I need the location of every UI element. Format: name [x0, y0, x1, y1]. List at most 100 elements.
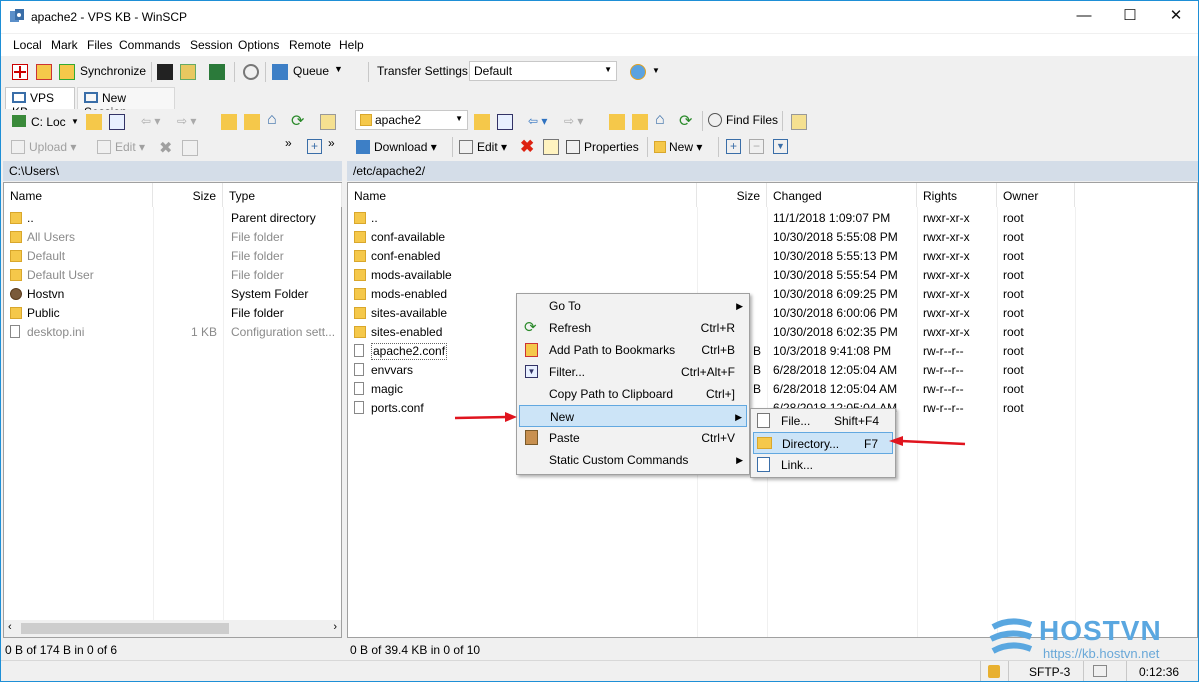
- synchronize-button[interactable]: Synchronize: [80, 64, 146, 78]
- transfer-settings-select[interactable]: Default ▼: [469, 61, 617, 81]
- scroll-left-icon[interactable]: ‹: [8, 621, 12, 633]
- context-menu-item-go-to[interactable]: Go To ▶: [519, 295, 747, 317]
- properties-button[interactable]: Properties: [566, 140, 639, 154]
- upload-button[interactable]: Upload ▾: [11, 140, 76, 154]
- context-menu-item-add-path-to-bookmarks[interactable]: Add Path to Bookmarks Ctrl+B: [519, 339, 747, 361]
- menu-commands[interactable]: Commands: [119, 38, 180, 52]
- home-icon[interactable]: ⌂: [655, 111, 665, 129]
- menu-remote[interactable]: Remote: [289, 38, 331, 52]
- unselect-icon[interactable]: −: [749, 139, 764, 154]
- table-row[interactable]: mods-enabled 10/30/2018 6:09:25 PM rwxr-xr…: [348, 285, 1197, 304]
- tree-icon[interactable]: [791, 114, 807, 130]
- column-rights[interactable]: Rights: [917, 183, 997, 207]
- table-row[interactable]: Default File folder: [4, 247, 341, 266]
- right-edit-button[interactable]: Edit ▾: [459, 140, 507, 154]
- context-menu-item-static-custom-commands[interactable]: Static Custom Commands ▶: [519, 449, 747, 471]
- refresh-session-icon[interactable]: [209, 64, 225, 80]
- putty-icon[interactable]: [180, 64, 196, 80]
- root-dir-icon[interactable]: [632, 114, 648, 130]
- table-row[interactable]: magic B 6/28/2018 12:05:04 AM rw-r--r-- root: [348, 380, 1197, 399]
- left-edit-button[interactable]: Edit ▾: [97, 140, 145, 154]
- filter-icon[interactable]: [109, 114, 125, 130]
- menu-session[interactable]: Session: [190, 38, 233, 52]
- column-name[interactable]: Name: [348, 183, 697, 207]
- forward-icon[interactable]: ⇨ ▾: [177, 114, 196, 128]
- column-owner[interactable]: Owner: [997, 183, 1075, 207]
- table-row[interactable]: sites-available 10/30/2018 6:00:06 PM rwxr…: [348, 304, 1197, 323]
- table-row[interactable]: All Users File folder: [4, 228, 341, 247]
- menu-mark[interactable]: Mark: [51, 38, 78, 52]
- table-row[interactable]: conf-available 10/30/2018 5:55:08 PM rwxr-…: [348, 228, 1197, 247]
- download-button[interactable]: Download ▾: [356, 140, 437, 154]
- context-menu-item-paste[interactable]: Paste Ctrl+V: [519, 427, 747, 449]
- new-button[interactable]: New ▾: [654, 140, 702, 154]
- column-size[interactable]: Size: [153, 183, 223, 207]
- synchronize-icon[interactable]: [59, 64, 75, 80]
- close-button[interactable]: ✕: [1153, 1, 1198, 33]
- compare-icon[interactable]: [12, 64, 28, 80]
- forward-icon[interactable]: ⇨ ▾: [564, 114, 583, 128]
- menu-options[interactable]: Options: [238, 38, 279, 52]
- select-all-icon[interactable]: +: [726, 139, 741, 154]
- properties-icon[interactable]: [182, 140, 198, 156]
- transfer-globe-icon[interactable]: [630, 64, 646, 80]
- delete-icon[interactable]: ✖: [520, 137, 534, 157]
- context-menu-item-refresh[interactable]: ⟳ Refresh Ctrl+R: [519, 317, 747, 339]
- table-row[interactable]: sites-enabled 10/30/2018 6:02:35 PM rwxr-x…: [348, 323, 1197, 342]
- submenu-item-link[interactable]: Link...: [753, 454, 893, 476]
- minimize-button[interactable]: —: [1061, 1, 1107, 33]
- terminal-icon[interactable]: [157, 64, 173, 80]
- menu-help[interactable]: Help: [339, 38, 364, 52]
- home-icon[interactable]: ⌂: [267, 111, 277, 129]
- remote-dir-select[interactable]: apache2 ▼: [355, 110, 468, 130]
- filter-select-icon[interactable]: ▼: [773, 139, 788, 154]
- table-row[interactable]: Default User File folder: [4, 266, 341, 285]
- column-type[interactable]: Type: [223, 183, 342, 207]
- chevron-down-icon[interactable]: ▼: [71, 117, 79, 126]
- submenu-item-file[interactable]: File... Shift+F4: [753, 410, 893, 432]
- table-row[interactable]: conf-enabled 10/30/2018 5:55:13 PM rwxr-xr…: [348, 247, 1197, 266]
- back-icon[interactable]: ⇦ ▾: [141, 114, 160, 128]
- parent-dir-icon[interactable]: [221, 114, 237, 130]
- maximize-button[interactable]: ☐: [1107, 1, 1153, 33]
- open-folder-icon[interactable]: [474, 114, 490, 130]
- scrollbar-thumb[interactable]: [21, 623, 229, 634]
- table-row[interactable]: mods-available 10/30/2018 5:55:54 PM rwxr-…: [348, 266, 1197, 285]
- queue-dropdown-icon[interactable]: ▼: [334, 64, 343, 74]
- column-changed[interactable]: Changed: [767, 183, 917, 207]
- find-files-button[interactable]: Find Files: [708, 113, 778, 127]
- table-row[interactable]: .. 11/1/2018 1:09:07 PM rwxr-xr-x root: [348, 209, 1197, 228]
- menu-local[interactable]: Local: [13, 38, 42, 52]
- column-size[interactable]: Size: [697, 183, 767, 207]
- open-folder-icon[interactable]: [86, 114, 102, 130]
- filter-icon[interactable]: [497, 114, 513, 130]
- table-row[interactable]: Public File folder: [4, 304, 341, 323]
- table-row[interactable]: Hostvn System Folder: [4, 285, 341, 304]
- globe-dropdown-icon[interactable]: ▼: [652, 66, 660, 75]
- context-menu-item-copy-path-to-clipboard[interactable]: Copy Path to Clipboard Ctrl+]: [519, 383, 747, 405]
- rename-icon[interactable]: [543, 139, 559, 155]
- menu-files[interactable]: Files: [87, 38, 112, 52]
- left-horizontal-scrollbar[interactable]: ‹ ›: [4, 620, 341, 637]
- tab-vps-kb[interactable]: VPS KB: [5, 87, 75, 119]
- table-row[interactable]: envvars B 6/28/2018 12:05:04 AM rw-r--r-- ro…: [348, 361, 1197, 380]
- more-icon[interactable]: »: [285, 136, 292, 150]
- gear-icon[interactable]: [243, 64, 259, 80]
- more-icon[interactable]: »: [328, 136, 335, 150]
- scroll-right-icon[interactable]: ›: [333, 621, 337, 633]
- context-menu-item-filter[interactable]: ▼ Filter... Ctrl+Alt+F: [519, 361, 747, 383]
- context-menu-item-new[interactable]: New ▶: [519, 405, 747, 427]
- sync-browse-icon[interactable]: [36, 64, 52, 80]
- queue-icon[interactable]: [272, 64, 288, 80]
- back-icon[interactable]: ⇦ ▾: [528, 114, 547, 128]
- tab-new-session[interactable]: New Session: [77, 87, 175, 119]
- refresh-icon[interactable]: ⟳: [291, 111, 304, 131]
- delete-icon[interactable]: ✖: [159, 138, 172, 158]
- new-dir-icon[interactable]: +: [307, 139, 322, 154]
- table-row[interactable]: apache2.conf B 10/3/2018 9:41:08 PM rw-r--r…: [348, 342, 1197, 361]
- column-name[interactable]: Name: [4, 183, 153, 207]
- left-drive-select[interactable]: C: Loc: [31, 115, 66, 129]
- table-row[interactable]: desktop.ini 1 KB Configuration sett...: [4, 323, 341, 342]
- tree-icon[interactable]: [320, 114, 336, 130]
- table-row[interactable]: .. Parent directory: [4, 209, 341, 228]
